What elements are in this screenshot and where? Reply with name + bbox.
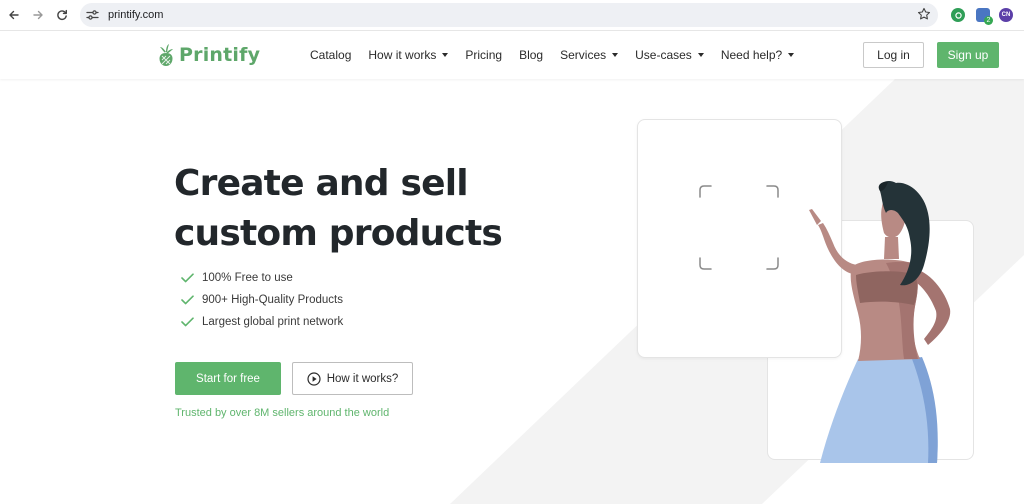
- caret-down-icon: [697, 53, 704, 57]
- start-for-free-button[interactable]: Start for free: [175, 362, 281, 395]
- hero-section: Create and sell custom products 100% Fre…: [0, 79, 1024, 504]
- nav-item-label: Need help?: [720, 48, 783, 62]
- browser-toolbar: printify.com 2 CN: [0, 0, 1024, 31]
- nav-item-need-help[interactable]: Need help?: [720, 47, 795, 63]
- benefit-item: 100% Free to use: [181, 267, 343, 289]
- benefit-list: 100% Free to use 900+ High-Quality Produ…: [181, 267, 343, 333]
- nav-item-blog[interactable]: Blog: [519, 47, 543, 63]
- nav-item-label: Use-cases: [635, 48, 692, 62]
- main-nav: Catalog How it works Pricing Blog Servic…: [310, 47, 811, 63]
- reload-icon: [57, 9, 67, 20]
- check-icon: [181, 317, 194, 327]
- logo-wordmark: Printify: [179, 44, 261, 66]
- benefit-text: Largest global print network: [202, 316, 344, 328]
- nav-item-label: Pricing: [465, 48, 503, 62]
- pineapple-logo-icon: [159, 44, 173, 66]
- nav-item-use-cases[interactable]: Use-cases: [635, 47, 704, 63]
- signup-button[interactable]: Sign up: [937, 42, 999, 68]
- nav-item-how-it-works[interactable]: How it works: [368, 47, 449, 63]
- printify-logo[interactable]: Printify: [156, 41, 260, 69]
- nav-item-pricing[interactable]: Pricing: [465, 47, 502, 63]
- nav-item-label: Catalog: [310, 48, 352, 62]
- site-settings-icon[interactable]: [86, 9, 99, 21]
- reload-button[interactable]: [52, 5, 72, 25]
- back-arrow-icon: [9, 10, 19, 20]
- forward-button[interactable]: [28, 5, 48, 25]
- extension-badge-count: 2: [984, 16, 993, 25]
- caret-down-icon: [442, 53, 449, 57]
- benefit-text: 100% Free to use: [202, 272, 293, 284]
- trusted-by-text: Trusted by over 8M sellers around the wo…: [175, 407, 390, 419]
- site-header: Printify Catalog How it works Pricing Bl…: [0, 31, 1024, 79]
- caret-down-icon: [612, 53, 619, 57]
- nav-item-catalog[interactable]: Catalog: [310, 47, 351, 63]
- benefit-item: 900+ High-Quality Products: [181, 289, 343, 311]
- extension-badge-icon[interactable]: 2: [976, 8, 993, 25]
- woman-pointing-illustration: [809, 180, 951, 463]
- check-icon: [181, 273, 194, 283]
- check-icon: [181, 295, 194, 305]
- caret-down-icon: [788, 53, 795, 57]
- extension-chat-icon[interactable]: [951, 8, 965, 22]
- nav-item-label: Services: [560, 48, 607, 62]
- benefit-text: 900+ High-Quality Products: [202, 294, 343, 306]
- how-it-works-label: How it works?: [326, 372, 399, 385]
- url-text: printify.com: [108, 9, 164, 21]
- profile-avatar[interactable]: CN: [999, 8, 1013, 22]
- address-bar[interactable]: printify.com: [80, 3, 938, 27]
- play-circle-icon: [307, 371, 321, 386]
- bookmark-star-icon[interactable]: [917, 7, 931, 21]
- nav-item-label: How it works: [368, 48, 437, 62]
- benefit-item: Largest global print network: [181, 311, 343, 333]
- headline-line-1: Create and sell: [174, 163, 469, 204]
- login-button[interactable]: Log in: [863, 42, 924, 68]
- back-button[interactable]: [4, 5, 24, 25]
- headline-line-2: custom products: [174, 213, 503, 254]
- nav-item-services[interactable]: Services: [560, 47, 619, 63]
- nav-item-label: Blog: [519, 48, 544, 62]
- forward-arrow-icon: [33, 10, 43, 20]
- how-it-works-button[interactable]: How it works?: [292, 362, 413, 395]
- hero-headline: Create and sell custom products: [174, 159, 503, 259]
